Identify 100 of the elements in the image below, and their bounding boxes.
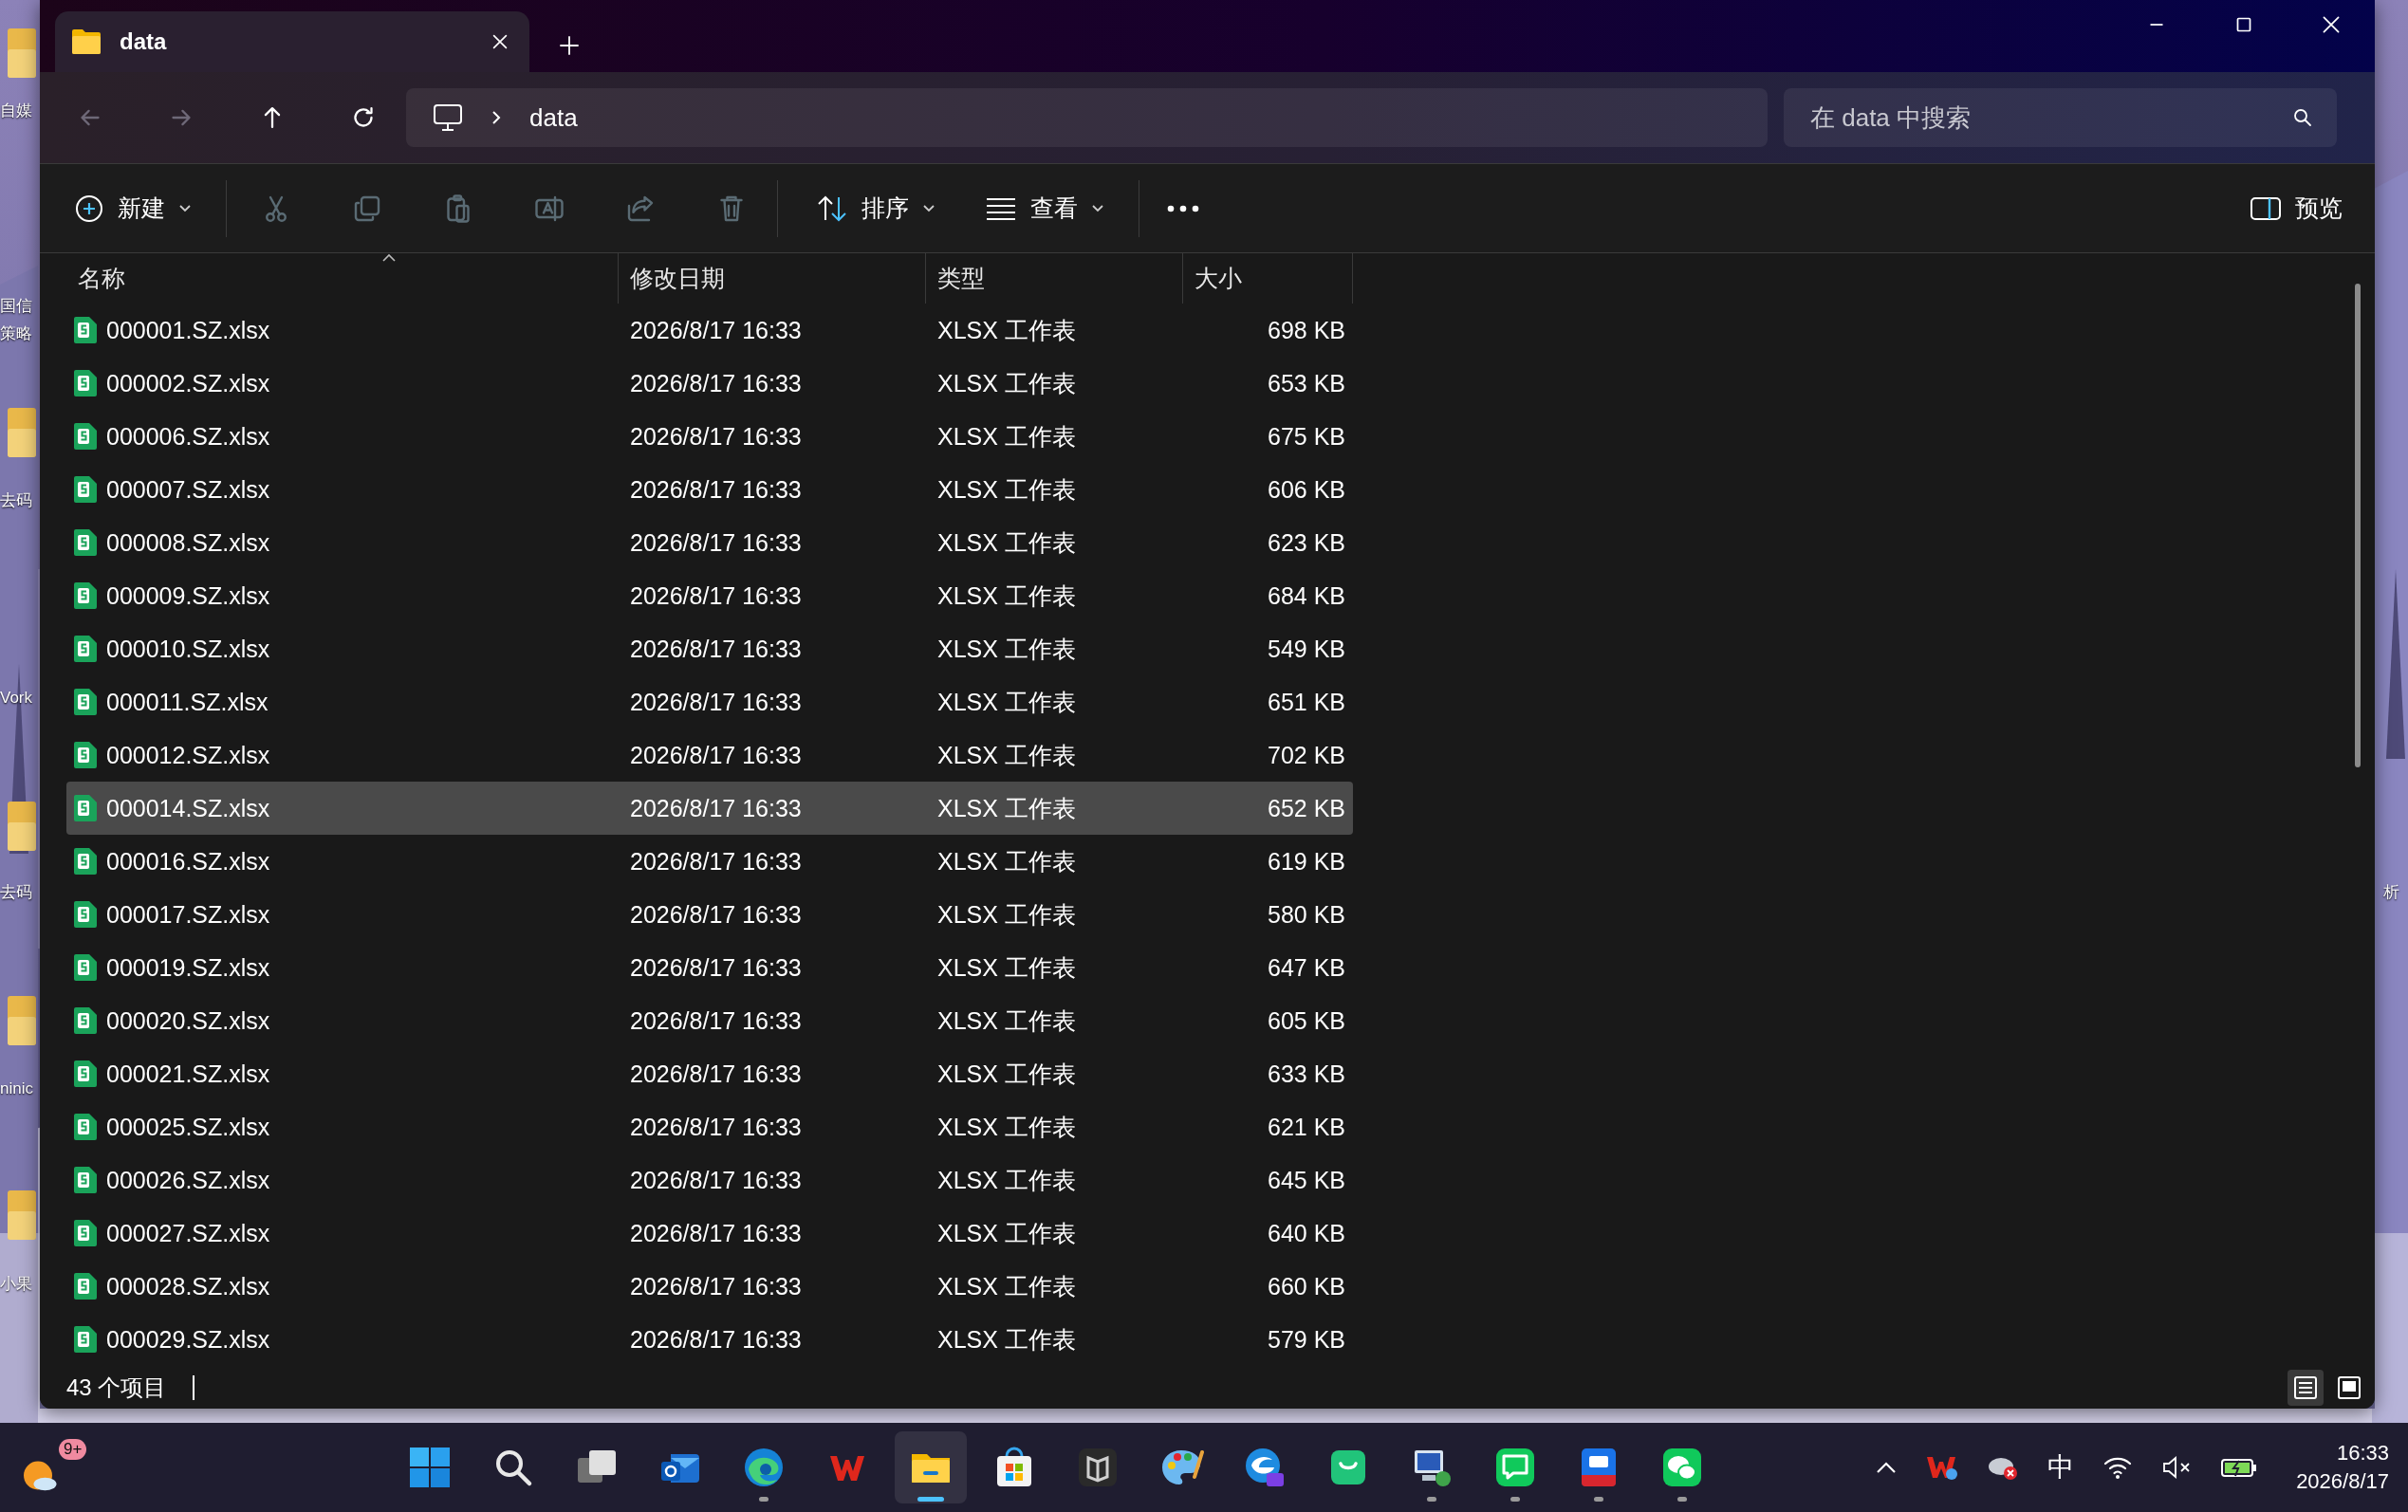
file-name: 000007.SZ.xlsx xyxy=(106,475,270,504)
file-row[interactable]: 000007.SZ.xlsx 2026/8/17 16:33 XLSX 工作表 606 KB xyxy=(66,463,1353,516)
file-row[interactable]: 000008.SZ.xlsx 2026/8/17 16:33 XLSX 工作表 623 KB xyxy=(66,516,1353,569)
file-row[interactable]: 000001.SZ.xlsx 2026/8/17 16:33 XLSX 工作表 698 KB xyxy=(66,304,1353,357)
file-type: XLSX 工作表 xyxy=(936,687,1077,717)
file-type: XLSX 工作表 xyxy=(936,315,1077,345)
list-lines-icon xyxy=(985,195,1017,221)
file-type: XLSX 工作表 xyxy=(936,1005,1077,1036)
file-size: 698 KB xyxy=(1267,316,1346,344)
file-row[interactable]: 000002.SZ.xlsx 2026/8/17 16:33 XLSX 工作表 653 KB xyxy=(66,357,1353,410)
file-row[interactable]: 000028.SZ.xlsx 2026/8/17 16:33 XLSX 工作表 660 KB xyxy=(66,1260,1353,1313)
file-size: 702 KB xyxy=(1267,741,1346,769)
column-header[interactable]: 名称 xyxy=(66,253,619,304)
sort-caret-icon xyxy=(381,253,397,263)
address-bar[interactable]: data xyxy=(406,88,1768,147)
file-name: 000002.SZ.xlsx xyxy=(106,369,270,397)
spreadsheet-file-icon xyxy=(74,1060,97,1087)
file-size: 605 KB xyxy=(1267,1006,1346,1035)
spreadsheet-file-icon xyxy=(74,1114,97,1140)
modified-date: 2026/8/17 16:33 xyxy=(629,900,803,929)
file-row[interactable]: 000027.SZ.xlsx 2026/8/17 16:33 XLSX 工作表 640 KB xyxy=(66,1207,1353,1260)
modified-date: 2026/8/17 16:33 xyxy=(629,1325,803,1354)
file-name: 000010.SZ.xlsx xyxy=(106,635,270,663)
file-name: 000011.SZ.xlsx xyxy=(106,688,269,716)
file-row[interactable]: 000017.SZ.xlsx 2026/8/17 16:33 XLSX 工作表 580 KB xyxy=(66,888,1353,941)
preview-button[interactable]: 预览 xyxy=(2244,179,2348,237)
new-tab-icon[interactable] xyxy=(558,34,581,57)
file-row[interactable]: 000029.SZ.xlsx 2026/8/17 16:33 XLSX 工作表 579 KB xyxy=(66,1313,1353,1366)
file-name: 000009.SZ.xlsx xyxy=(106,581,270,610)
file-row[interactable]: 000009.SZ.xlsx 2026/8/17 16:33 XLSX 工作表 684 KB xyxy=(66,569,1353,622)
file-row[interactable]: 000021.SZ.xlsx 2026/8/17 16:33 XLSX 工作表 633 KB xyxy=(66,1047,1353,1100)
file-size: 640 KB xyxy=(1267,1219,1346,1247)
modified-date: 2026/8/17 16:33 xyxy=(629,581,803,610)
modified-date: 2026/8/17 16:33 xyxy=(629,1113,803,1141)
new-button[interactable]: 新建 xyxy=(68,179,197,237)
file-row[interactable]: 000011.SZ.xlsx 2026/8/17 16:33 XLSX 工作表 651 KB xyxy=(66,675,1353,728)
file-name: 000026.SZ.xlsx xyxy=(106,1166,270,1194)
file-row[interactable]: 000014.SZ.xlsx 2026/8/17 16:33 XLSX 工作表 652 KB xyxy=(66,782,1353,835)
file-size: 652 KB xyxy=(1267,794,1346,822)
spreadsheet-file-icon xyxy=(74,1220,97,1246)
more-icon xyxy=(1166,203,1200,213)
item-count: 43 个项目 xyxy=(66,1373,167,1402)
file-size: 606 KB xyxy=(1267,475,1346,504)
file-type: XLSX 工作表 xyxy=(936,1059,1077,1089)
file-size: 580 KB xyxy=(1267,900,1346,929)
file-row[interactable]: 000026.SZ.xlsx 2026/8/17 16:33 XLSX 工作表 645 KB xyxy=(66,1153,1353,1207)
computer-icon xyxy=(433,103,463,132)
file-type: XLSX 工作表 xyxy=(936,952,1077,983)
window-tab[interactable]: data xyxy=(55,11,529,72)
column-header[interactable]: 类型 xyxy=(926,253,1183,304)
spreadsheet-file-icon xyxy=(74,529,97,556)
file-name: 000016.SZ.xlsx xyxy=(106,847,270,876)
modified-date: 2026/8/17 16:33 xyxy=(629,741,803,769)
chevron-down-icon xyxy=(1091,203,1104,213)
view-mode-button[interactable] xyxy=(2288,1369,2324,1406)
folder-icon xyxy=(72,29,101,54)
modified-date: 2026/8/17 16:33 xyxy=(629,688,803,716)
file-type: XLSX 工作表 xyxy=(936,634,1077,664)
file-name: 000028.SZ.xlsx xyxy=(106,1272,270,1300)
column-header[interactable]: 修改日期 xyxy=(619,253,926,304)
column-header[interactable]: 大小 xyxy=(1183,253,1353,304)
file-type: XLSX 工作表 xyxy=(936,527,1077,558)
view-button[interactable]: 查看 xyxy=(979,179,1110,237)
modified-date: 2026/8/17 16:33 xyxy=(629,794,803,822)
spreadsheet-file-icon xyxy=(74,1007,97,1034)
chevron-down-icon xyxy=(922,203,935,213)
file-row[interactable]: 000012.SZ.xlsx 2026/8/17 16:33 XLSX 工作表 702 KB xyxy=(66,728,1353,782)
scrollbar-thumb[interactable] xyxy=(2355,284,2361,767)
modified-date: 2026/8/17 16:33 xyxy=(629,1272,803,1300)
file-type: XLSX 工作表 xyxy=(936,740,1077,770)
spreadsheet-file-icon xyxy=(74,848,97,875)
file-name: 000021.SZ.xlsx xyxy=(106,1060,270,1088)
file-row[interactable]: 000006.SZ.xlsx 2026/8/17 16:33 XLSX 工作表 675 KB xyxy=(66,410,1353,463)
plus-circle-icon xyxy=(74,193,104,224)
breadcrumb[interactable]: data xyxy=(529,102,578,133)
spreadsheet-file-icon xyxy=(74,901,97,928)
windows-logo-icon[interactable] xyxy=(407,1445,453,1490)
file-row[interactable]: 000016.SZ.xlsx 2026/8/17 16:33 XLSX 工作表 619 KB xyxy=(66,835,1353,888)
spreadsheet-file-icon xyxy=(74,795,97,821)
spreadsheet-file-icon xyxy=(74,954,97,981)
wifi-icon[interactable] xyxy=(2102,1455,2134,1480)
search-icon xyxy=(2291,106,2314,129)
speaker-muted-icon[interactable] xyxy=(2161,1455,2193,1480)
sort-button[interactable]: 排序 xyxy=(810,179,941,237)
modified-date: 2026/8/17 16:33 xyxy=(629,422,803,451)
file-row[interactable]: 000020.SZ.xlsx 2026/8/17 16:33 XLSX 工作表 605 KB xyxy=(66,994,1353,1047)
file-type: XLSX 工作表 xyxy=(936,1271,1077,1301)
file-size: 651 KB xyxy=(1267,688,1346,716)
input-method-indicator[interactable]: 中 xyxy=(2047,1449,2075,1485)
file-row[interactable]: 000010.SZ.xlsx 2026/8/17 16:33 XLSX 工作表 549 KB xyxy=(66,622,1353,675)
spreadsheet-file-icon xyxy=(74,370,97,396)
modified-date: 2026/8/17 16:33 xyxy=(629,528,803,557)
spreadsheet-file-icon xyxy=(74,317,97,343)
file-name: 000014.SZ.xlsx xyxy=(106,794,270,822)
file-type: XLSX 工作表 xyxy=(936,1218,1077,1248)
clock[interactable]: 16:33 2026/8/17 xyxy=(2296,1439,2389,1496)
file-name: 000001.SZ.xlsx xyxy=(106,316,270,344)
file-row[interactable]: 000025.SZ.xlsx 2026/8/17 16:33 XLSX 工作表 621 KB xyxy=(66,1100,1353,1153)
modified-date: 2026/8/17 16:33 xyxy=(629,847,803,876)
file-row[interactable]: 000019.SZ.xlsx 2026/8/17 16:33 XLSX 工作表 647 KB xyxy=(66,941,1353,994)
